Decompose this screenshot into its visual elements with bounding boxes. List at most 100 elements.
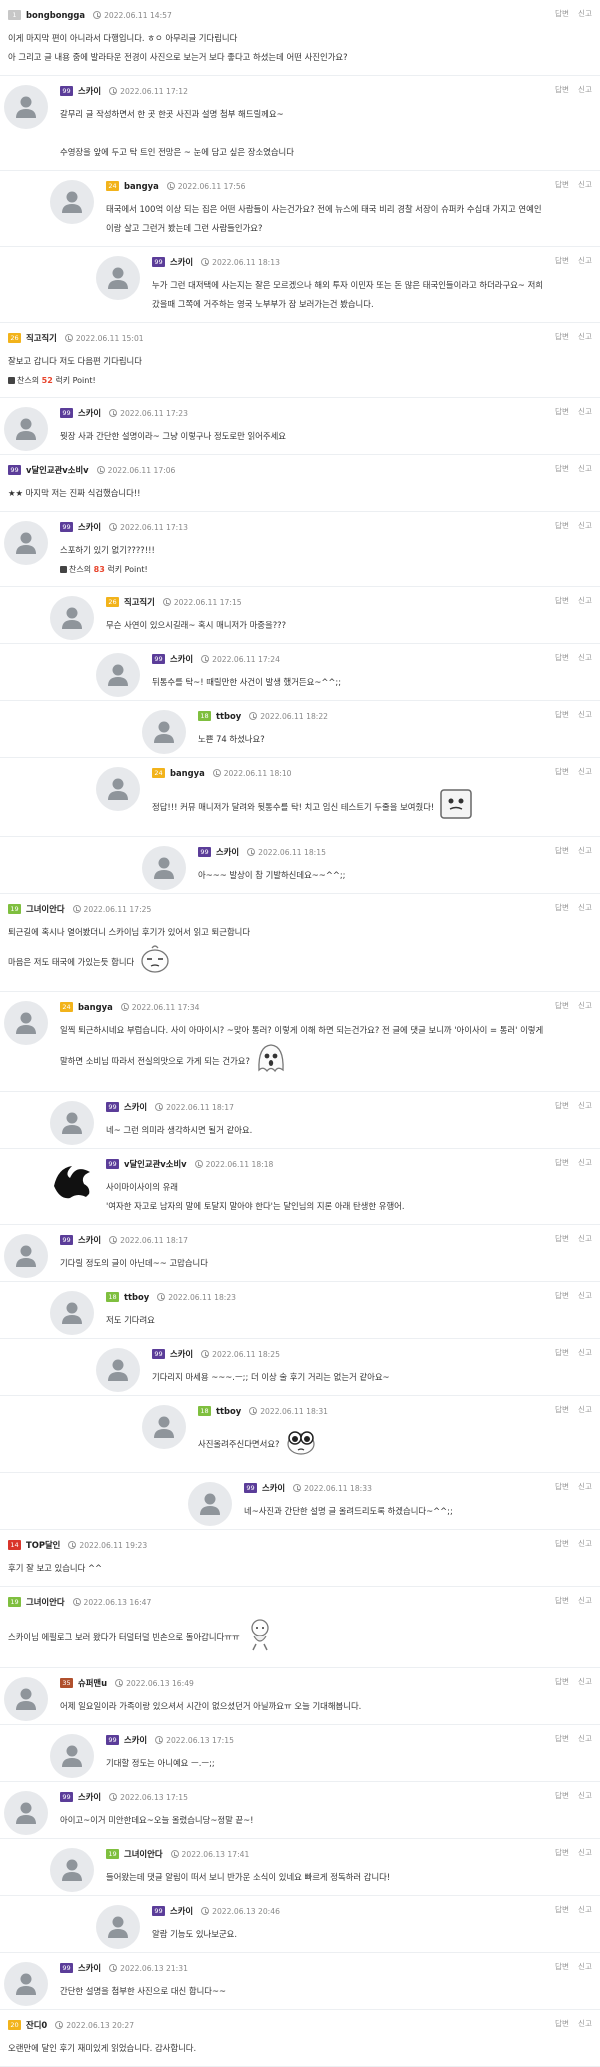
- report-button[interactable]: 신고: [578, 846, 592, 855]
- avatar[interactable]: [50, 1158, 94, 1202]
- avatar[interactable]: [142, 710, 186, 754]
- author-name[interactable]: 스카이: [170, 1348, 193, 1360]
- author-name[interactable]: v달인교관v소비v: [124, 1158, 187, 1170]
- report-button[interactable]: 신고: [578, 9, 592, 18]
- reply-button[interactable]: 답변: [555, 1848, 569, 1857]
- reply-button[interactable]: 답변: [555, 464, 569, 473]
- avatar[interactable]: [50, 180, 94, 224]
- avatar[interactable]: [4, 1791, 48, 1835]
- avatar[interactable]: [96, 653, 140, 697]
- reply-button[interactable]: 답변: [555, 1101, 569, 1110]
- author-name[interactable]: bangya: [78, 1002, 113, 1012]
- reply-button[interactable]: 답변: [555, 9, 569, 18]
- avatar[interactable]: [4, 1962, 48, 2006]
- reply-button[interactable]: 답변: [555, 2019, 569, 2028]
- author-name[interactable]: v달인교관v소비v: [26, 464, 89, 476]
- report-button[interactable]: 신고: [578, 1962, 592, 1971]
- avatar[interactable]: [50, 1848, 94, 1892]
- report-button[interactable]: 신고: [578, 1405, 592, 1414]
- avatar[interactable]: [96, 1348, 140, 1392]
- reply-button[interactable]: 답변: [555, 1001, 569, 1010]
- report-button[interactable]: 신고: [578, 1734, 592, 1743]
- report-button[interactable]: 신고: [578, 1158, 592, 1167]
- reply-button[interactable]: 답변: [555, 407, 569, 416]
- report-button[interactable]: 신고: [578, 767, 592, 776]
- avatar[interactable]: [96, 1905, 140, 1949]
- author-name[interactable]: ttboy: [216, 711, 241, 721]
- author-name[interactable]: bangya: [170, 768, 205, 778]
- author-name[interactable]: TOP달인: [26, 1539, 60, 1551]
- avatar[interactable]: [4, 1677, 48, 1721]
- report-button[interactable]: 신고: [578, 903, 592, 912]
- reply-button[interactable]: 답변: [555, 180, 569, 189]
- reply-button[interactable]: 답변: [555, 767, 569, 776]
- avatar[interactable]: [4, 521, 48, 565]
- avatar[interactable]: [4, 1001, 48, 1045]
- author-name[interactable]: 스카이: [170, 653, 193, 665]
- reply-button[interactable]: 답변: [555, 596, 569, 605]
- reply-button[interactable]: 답변: [555, 1348, 569, 1357]
- report-button[interactable]: 신고: [578, 710, 592, 719]
- report-button[interactable]: 신고: [578, 1677, 592, 1686]
- reply-button[interactable]: 답변: [555, 903, 569, 912]
- report-button[interactable]: 신고: [578, 407, 592, 416]
- author-name[interactable]: 스카이: [124, 1101, 147, 1113]
- report-button[interactable]: 신고: [578, 85, 592, 94]
- reply-button[interactable]: 답변: [555, 1905, 569, 1914]
- reply-button[interactable]: 답변: [555, 846, 569, 855]
- reply-button[interactable]: 답변: [555, 521, 569, 530]
- reply-button[interactable]: 답변: [555, 653, 569, 662]
- author-name[interactable]: 스카이: [78, 1791, 101, 1803]
- author-name[interactable]: 스카이: [78, 521, 101, 533]
- avatar[interactable]: [142, 1405, 186, 1449]
- avatar[interactable]: [96, 256, 140, 300]
- author-name[interactable]: 직고직기: [124, 596, 155, 608]
- avatar[interactable]: [4, 407, 48, 451]
- reply-button[interactable]: 답변: [555, 332, 569, 341]
- avatar[interactable]: [4, 85, 48, 129]
- report-button[interactable]: 신고: [578, 1291, 592, 1300]
- author-name[interactable]: 직고직기: [26, 332, 57, 344]
- report-button[interactable]: 신고: [578, 653, 592, 662]
- report-button[interactable]: 신고: [578, 1848, 592, 1857]
- reply-button[interactable]: 답변: [555, 1596, 569, 1605]
- reply-button[interactable]: 답변: [555, 1482, 569, 1491]
- reply-button[interactable]: 답변: [555, 1791, 569, 1800]
- avatar[interactable]: [96, 767, 140, 811]
- author-name[interactable]: 스카이: [78, 1962, 101, 1974]
- author-name[interactable]: 스카이: [170, 1905, 193, 1917]
- reply-button[interactable]: 답변: [555, 1539, 569, 1548]
- avatar[interactable]: [50, 596, 94, 640]
- report-button[interactable]: 신고: [578, 1001, 592, 1010]
- report-button[interactable]: 신고: [578, 332, 592, 341]
- reply-button[interactable]: 답변: [555, 85, 569, 94]
- reply-button[interactable]: 답변: [555, 1962, 569, 1971]
- author-name[interactable]: bongbongga: [26, 10, 85, 20]
- author-name[interactable]: 스카이: [78, 1234, 101, 1246]
- report-button[interactable]: 신고: [578, 2019, 592, 2028]
- report-button[interactable]: 신고: [578, 256, 592, 265]
- avatar[interactable]: [142, 846, 186, 890]
- report-button[interactable]: 신고: [578, 1539, 592, 1548]
- report-button[interactable]: 신고: [578, 1791, 592, 1800]
- author-name[interactable]: ttboy: [124, 1292, 149, 1302]
- author-name[interactable]: ttboy: [216, 1406, 241, 1416]
- report-button[interactable]: 신고: [578, 1905, 592, 1914]
- author-name[interactable]: 슈퍼맨u: [78, 1677, 107, 1689]
- author-name[interactable]: 스카이: [216, 846, 239, 858]
- author-name[interactable]: 스카이: [262, 1482, 285, 1494]
- report-button[interactable]: 신고: [578, 521, 592, 530]
- report-button[interactable]: 신고: [578, 1482, 592, 1491]
- author-name[interactable]: 그녀이안다: [124, 1848, 163, 1860]
- reply-button[interactable]: 답변: [555, 1677, 569, 1686]
- reply-button[interactable]: 답변: [555, 1158, 569, 1167]
- avatar[interactable]: [4, 1234, 48, 1278]
- report-button[interactable]: 신고: [578, 1596, 592, 1605]
- avatar[interactable]: [50, 1734, 94, 1778]
- report-button[interactable]: 신고: [578, 464, 592, 473]
- reply-button[interactable]: 답변: [555, 710, 569, 719]
- reply-button[interactable]: 답변: [555, 1734, 569, 1743]
- avatar[interactable]: [50, 1291, 94, 1335]
- author-name[interactable]: 잔디0: [26, 2019, 47, 2031]
- report-button[interactable]: 신고: [578, 1348, 592, 1357]
